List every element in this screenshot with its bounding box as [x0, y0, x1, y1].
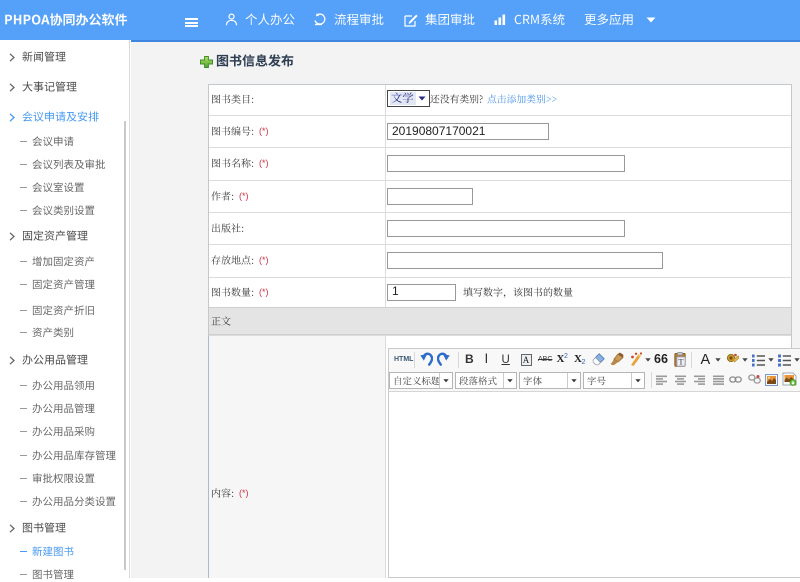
- svg-text:T: T: [678, 357, 684, 367]
